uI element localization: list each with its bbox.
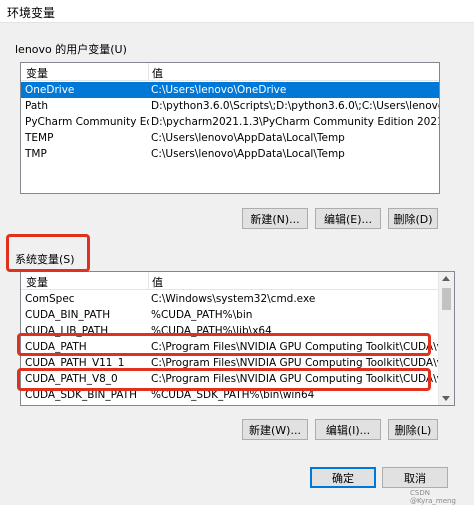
system-new-button[interactable]: 新建(W)... bbox=[242, 419, 308, 440]
scrollbar-thumb[interactable] bbox=[442, 288, 451, 310]
var-name: CUDA_BIN_PATH bbox=[25, 309, 111, 321]
var-name: Path bbox=[25, 100, 49, 112]
var-value: C:\Windows\system32\cmd.exe bbox=[151, 293, 316, 305]
var-name: CUDA_LIB_PATH bbox=[25, 325, 109, 337]
var-value: C:\Users\lenovo\OneDrive bbox=[151, 84, 287, 96]
var-value: %CUDA_PATH%\lib\x64 bbox=[151, 325, 272, 337]
system-vars-label: 系统变量(S) bbox=[15, 253, 75, 266]
list-item-cuda-bin-path[interactable]: CUDA_BIN_PATH %CUDA_PATH%\bin bbox=[21, 307, 439, 323]
list-item-pycharm[interactable]: PyCharm Community Editi... D:\pycharm202… bbox=[21, 114, 439, 130]
var-name: CUDA_SDK_BIN_PATH bbox=[25, 389, 137, 401]
var-name: CUDA_PATH_V8_0 bbox=[25, 373, 118, 385]
title-bar: 环境变量 bbox=[0, 0, 474, 23]
scroll-up-arrow-icon[interactable] bbox=[442, 276, 450, 281]
ok-button[interactable]: 确定 bbox=[310, 467, 376, 488]
var-value: C:\Program Files\NVIDIA GPU Computing To… bbox=[151, 373, 455, 385]
user-new-button[interactable]: 新建(N)... bbox=[242, 208, 308, 229]
list-item-temp[interactable]: TEMP C:\Users\lenovo\AppData\Local\Temp bbox=[21, 130, 439, 146]
vertical-scrollbar[interactable] bbox=[438, 272, 454, 405]
system-edit-button[interactable]: 编辑(I)... bbox=[315, 419, 381, 440]
column-header-value[interactable]: 值 bbox=[152, 65, 163, 81]
var-name: ComSpec bbox=[25, 293, 75, 305]
var-value: D:\python3.6.0\Scripts\;D:\python3.6.0\;… bbox=[151, 100, 439, 112]
var-name: CUDA_PATH_V11_1 bbox=[25, 357, 125, 369]
user-vars-header: 变量 值 bbox=[21, 63, 439, 81]
var-name: CUDA_PATH bbox=[25, 341, 87, 353]
watermark: CSDN @Kyra_meng bbox=[410, 489, 456, 505]
var-value: C:\Program Files\NVIDIA GPU Computing To… bbox=[151, 357, 455, 369]
user-vars-label: lenovo 的用户变量(U) bbox=[15, 43, 127, 56]
user-delete-button[interactable]: 删除(D) bbox=[388, 208, 438, 229]
var-name: PyCharm Community Editi... bbox=[25, 116, 149, 128]
var-value: C:\Program Files\NVIDIA GPU Computing To… bbox=[151, 341, 455, 353]
system-vars-header: 变量 值 bbox=[21, 272, 439, 290]
list-item-comspec[interactable]: ComSpec C:\Windows\system32\cmd.exe bbox=[21, 291, 439, 307]
column-header-name[interactable]: 变量 bbox=[26, 65, 48, 81]
var-value: %CUDA_PATH%\bin bbox=[151, 309, 253, 321]
var-value: %CUDA_SDK_PATH%\bin\win64 bbox=[151, 389, 315, 401]
list-item-onedrive[interactable]: OneDrive C:\Users\lenovo\OneDrive bbox=[21, 82, 439, 98]
var-name: TMP bbox=[25, 148, 47, 160]
var-value: C:\Users\lenovo\AppData\Local\Temp bbox=[151, 132, 345, 144]
list-item-cuda-path[interactable]: CUDA_PATH C:\Program Files\NVIDIA GPU Co… bbox=[21, 339, 454, 355]
var-name: TEMP bbox=[25, 132, 54, 144]
user-edit-button[interactable]: 编辑(E)... bbox=[315, 208, 381, 229]
list-item-cuda-path-v8-0[interactable]: CUDA_PATH_V8_0 C:\Program Files\NVIDIA G… bbox=[21, 371, 454, 387]
system-vars-list[interactable]: 变量 值 ComSpec C:\Windows\system32\cmd.exe… bbox=[20, 271, 455, 406]
column-header-value[interactable]: 值 bbox=[152, 274, 163, 290]
list-item-cuda-sdk-bin-path[interactable]: CUDA_SDK_BIN_PATH %CUDA_SDK_PATH%\bin\wi… bbox=[21, 387, 439, 403]
list-item-cuda-lib-path[interactable]: CUDA_LIB_PATH %CUDA_PATH%\lib\x64 bbox=[21, 323, 439, 339]
scroll-down-arrow-icon[interactable] bbox=[442, 396, 450, 401]
var-name: OneDrive bbox=[25, 84, 75, 96]
user-vars-list[interactable]: 变量 值 OneDrive C:\Users\lenovo\OneDrive P… bbox=[20, 62, 440, 194]
list-item-tmp[interactable]: TMP C:\Users\lenovo\AppData\Local\Temp bbox=[21, 146, 439, 162]
column-header-name[interactable]: 变量 bbox=[26, 274, 48, 290]
window-title: 环境变量 bbox=[7, 6, 56, 20]
system-delete-button[interactable]: 删除(L) bbox=[388, 419, 438, 440]
list-item-cuda-path-v11-1[interactable]: CUDA_PATH_V11_1 C:\Program Files\NVIDIA … bbox=[21, 355, 454, 371]
var-value: C:\Users\lenovo\AppData\Local\Temp bbox=[151, 148, 345, 160]
list-item-path[interactable]: Path D:\python3.6.0\Scripts\;D:\python3.… bbox=[21, 98, 439, 114]
var-value: D:\pycharm2021.1.3\PyCharm Community Edi… bbox=[151, 116, 439, 128]
cancel-button[interactable]: 取消 bbox=[382, 467, 448, 488]
